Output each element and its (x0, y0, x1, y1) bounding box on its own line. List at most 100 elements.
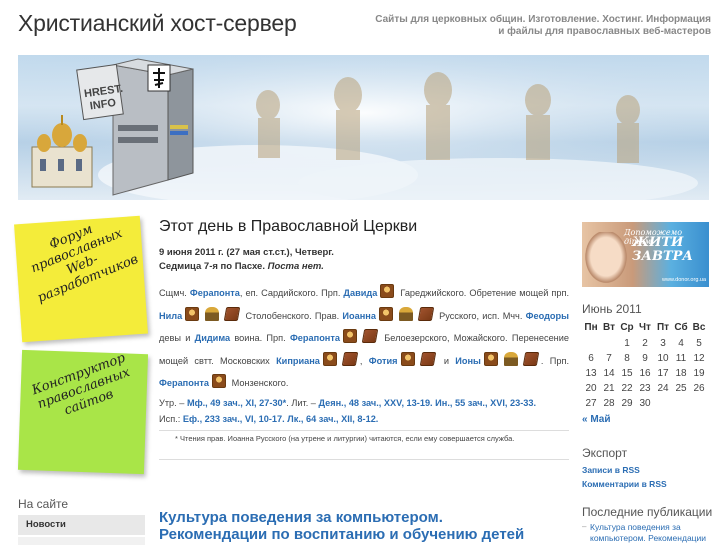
post-title[interactable]: Этот день в Православной Церкви (159, 218, 569, 236)
book-icon[interactable] (341, 351, 359, 366)
second-post-title[interactable]: Культура поведения за компьютером. Реком… (159, 509, 569, 543)
icon-image-icon[interactable] (483, 351, 498, 366)
fast-label: Поста нет. (267, 261, 324, 272)
saint-link-david[interactable]: Давида (343, 288, 377, 298)
saint-link-didim[interactable]: Дидима (195, 333, 230, 343)
second-post-title-line2: Рекомендации по воспитанию и обучению де… (159, 526, 525, 543)
calendar-week-row: 20 21 22 23 24 25 26 (582, 381, 708, 396)
calendar-day: 30 (639, 398, 651, 409)
reading-link-isp-1[interactable]: Еф., 233 зач., VI, 10-17. (183, 414, 285, 424)
weekday-label: Пн (584, 321, 598, 333)
church-icon[interactable] (398, 306, 413, 321)
recent-posts-title: Последние публикации (582, 505, 713, 519)
calendar-prev-month-link[interactable]: « Май (582, 414, 611, 425)
icon-image-icon[interactable] (400, 351, 415, 366)
text-segment: Столобенского. Прав. (245, 310, 340, 321)
icon-image-icon[interactable] (185, 306, 200, 321)
saint-link-ferapont-2[interactable]: Ферапонта (290, 333, 340, 343)
text-segment: Русского, исп. Мчч. (439, 310, 523, 321)
calendar-day: 11 (675, 353, 687, 364)
text-segment: Гареджийского. Обретение мощей прп. (400, 288, 569, 298)
calendar-day: 1 (624, 338, 630, 349)
text-segment: Сщмч. (159, 288, 187, 298)
book-icon[interactable] (417, 306, 435, 321)
text-segment: . Прп. (540, 355, 570, 366)
rss-posts-link[interactable]: Записи в RSS (582, 465, 640, 475)
icon-image-icon[interactable] (378, 306, 393, 321)
bullet-icon: – (582, 522, 587, 531)
rss-comments-link[interactable]: Комментарии в RSS (582, 479, 667, 489)
calendar-day: 28 (603, 398, 615, 409)
saint-link-ioann[interactable]: Иоанна (342, 311, 376, 321)
saint-link-nil[interactable]: Нила (159, 311, 182, 321)
header-banner-image: HREST. INFO (18, 55, 709, 200)
church-icon[interactable] (205, 306, 220, 321)
post-date: 9 июня 2011 г. (27 мая ст.ст.), Четверг. (159, 247, 334, 258)
child-photo (582, 232, 630, 287)
banner-url: www.donor.org.ua (662, 277, 707, 283)
calendar-day: 10 (657, 353, 669, 364)
weekday-label: Чт (639, 321, 651, 333)
readings-label: . Лит. – (286, 397, 316, 408)
forum-sticky-text: Форум православных Web-разработчиков (28, 221, 141, 306)
week-label: Седмица 7-я по Пасхе. (159, 261, 265, 272)
calendar-day: 16 (639, 368, 651, 379)
calendar-day (600, 336, 618, 351)
reading-link-lit-2[interactable]: Ин., 55 зач., XVI, 23-33. (435, 398, 536, 408)
calendar-day (690, 396, 708, 411)
text-segment: и (443, 355, 449, 366)
church-icon[interactable] (503, 351, 518, 366)
reading-link-lit-1[interactable]: Деян., 48 зач., XXV, 13-19. (318, 398, 432, 408)
export-section-title: Экспорт (582, 446, 628, 460)
side-menu-item-news[interactable]: Новости (18, 515, 145, 535)
calendar-day: 18 (675, 368, 687, 379)
calendar-weekday-row: Пн Вт Ср Чт Пт Сб Вс (582, 318, 708, 336)
saint-link-fotiy[interactable]: Фотия (369, 356, 398, 366)
calendar-day: 9 (642, 353, 648, 364)
book-icon[interactable] (419, 351, 436, 366)
forum-sticky-note[interactable]: Форум православных Web-разработчиков (14, 215, 148, 343)
book-icon[interactable] (361, 329, 379, 343)
calendar-day: 23 (639, 383, 651, 394)
calendar-day: 15 (621, 368, 633, 379)
recent-post-link[interactable]: Культура поведения за компьютером. Реком… (590, 522, 710, 545)
saint-link-feodora[interactable]: Феодоры (526, 311, 569, 321)
calendar-day: 3 (660, 338, 666, 349)
icon-image-icon[interactable] (322, 351, 337, 366)
saint-link-ferapont-3[interactable]: Ферапонта (159, 378, 209, 388)
reading-link-utr[interactable]: Мф., 49 зач., XI, 27-30* (187, 398, 286, 408)
book-icon[interactable] (522, 351, 540, 366)
text-segment: девы и (159, 333, 191, 343)
side-menu: Новости (18, 515, 145, 545)
readings-label: Исп.: (159, 413, 181, 424)
saint-link-kiprian[interactable]: Киприана (276, 356, 320, 366)
donor-banner[interactable]: Допоможемо дітям ЖИТИ ЗАВТРА www.donor.o… (582, 222, 709, 287)
icon-image-icon[interactable] (212, 374, 226, 388)
calendar-day: 2 (642, 338, 648, 349)
text-segment: Монзенского. (231, 378, 289, 388)
saint-link-iona[interactable]: Ионы (455, 356, 481, 366)
calendar-day: 17 (657, 368, 669, 379)
site-title[interactable]: Христианский хост-сервер (18, 10, 297, 37)
calendar-day: 19 (693, 368, 705, 379)
calendar-day: 8 (624, 353, 630, 364)
calendar-week-row: 1 2 3 4 5 (582, 336, 708, 351)
site-description-line2: и файлы для православных веб-мастеров (498, 26, 711, 37)
calendar-day: 20 (585, 383, 597, 394)
readings-footnote: * Чтения прав. Иоанна Русского (на утрен… (159, 429, 569, 460)
side-menu-item[interactable] (18, 537, 145, 545)
weekday-label: Вт (603, 321, 615, 333)
calendar-day: 13 (585, 368, 597, 379)
book-icon[interactable] (224, 306, 241, 321)
site-description: Сайты для церковных общин. Изготовление.… (371, 14, 711, 38)
calendar-week-row: 6 7 8 9 10 11 12 (582, 351, 708, 366)
calendar-day: 26 (693, 383, 705, 394)
weekday-label: Пт (656, 321, 670, 333)
icon-image-icon[interactable] (380, 284, 395, 298)
constructor-sticky-text: Конструктор православных сайтов (29, 350, 133, 419)
constructor-sticky-note[interactable]: Конструктор православных сайтов (17, 349, 149, 475)
reading-link-isp-2[interactable]: Лк., 64 зач., XII, 8-12. (287, 414, 378, 424)
saint-link-ferapont[interactable]: Ферапонта (190, 288, 240, 298)
text-segment: , (359, 355, 363, 366)
icon-image-icon[interactable] (342, 329, 357, 343)
